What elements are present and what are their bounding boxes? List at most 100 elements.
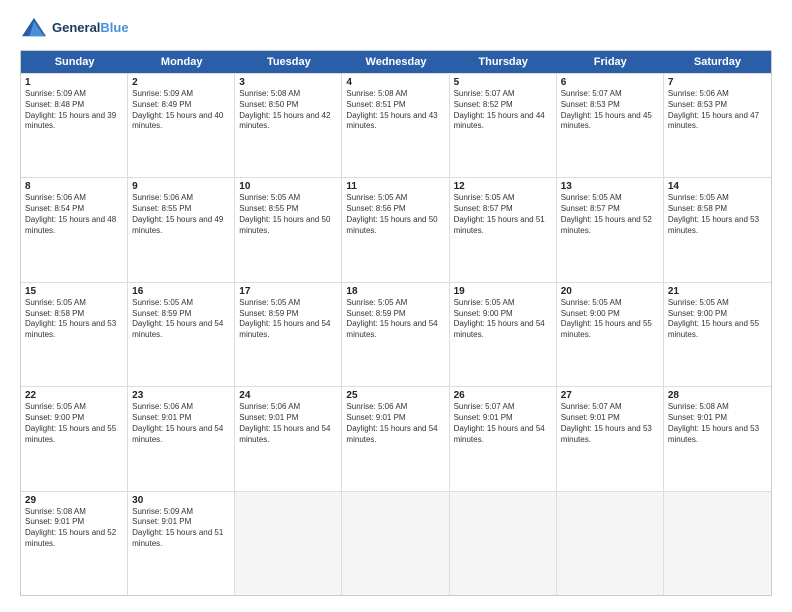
empty-cell	[664, 492, 771, 595]
day-info: Sunrise: 5:09 AM Sunset: 9:01 PM Dayligh…	[132, 507, 230, 550]
empty-cell	[342, 492, 449, 595]
day-cell-18: 18Sunrise: 5:05 AM Sunset: 8:59 PM Dayli…	[342, 283, 449, 386]
day-cell-12: 12Sunrise: 5:05 AM Sunset: 8:57 PM Dayli…	[450, 178, 557, 281]
day-number: 9	[132, 181, 230, 192]
day-cell-7: 7Sunrise: 5:06 AM Sunset: 8:53 PM Daylig…	[664, 74, 771, 177]
empty-cell	[235, 492, 342, 595]
day-number: 11	[346, 181, 444, 192]
day-number: 28	[668, 390, 767, 401]
day-info: Sunrise: 5:09 AM Sunset: 8:48 PM Dayligh…	[25, 89, 123, 132]
header-day-friday: Friday	[557, 51, 664, 73]
day-number: 14	[668, 181, 767, 192]
day-cell-11: 11Sunrise: 5:05 AM Sunset: 8:56 PM Dayli…	[342, 178, 449, 281]
day-number: 30	[132, 495, 230, 506]
day-cell-25: 25Sunrise: 5:06 AM Sunset: 9:01 PM Dayli…	[342, 387, 449, 490]
day-number: 20	[561, 286, 659, 297]
day-cell-1: 1Sunrise: 5:09 AM Sunset: 8:48 PM Daylig…	[21, 74, 128, 177]
day-info: Sunrise: 5:05 AM Sunset: 8:56 PM Dayligh…	[346, 193, 444, 236]
header: GeneralBlue	[20, 16, 772, 40]
day-number: 10	[239, 181, 337, 192]
day-cell-26: 26Sunrise: 5:07 AM Sunset: 9:01 PM Dayli…	[450, 387, 557, 490]
day-info: Sunrise: 5:08 AM Sunset: 9:01 PM Dayligh…	[668, 402, 767, 445]
day-info: Sunrise: 5:05 AM Sunset: 8:58 PM Dayligh…	[668, 193, 767, 236]
day-number: 12	[454, 181, 552, 192]
calendar-body: 1Sunrise: 5:09 AM Sunset: 8:48 PM Daylig…	[21, 73, 771, 595]
calendar-row-1: 1Sunrise: 5:09 AM Sunset: 8:48 PM Daylig…	[21, 73, 771, 177]
empty-cell	[450, 492, 557, 595]
day-info: Sunrise: 5:05 AM Sunset: 8:58 PM Dayligh…	[25, 298, 123, 341]
header-day-wednesday: Wednesday	[342, 51, 449, 73]
day-number: 25	[346, 390, 444, 401]
day-number: 27	[561, 390, 659, 401]
day-number: 23	[132, 390, 230, 401]
day-cell-27: 27Sunrise: 5:07 AM Sunset: 9:01 PM Dayli…	[557, 387, 664, 490]
day-cell-28: 28Sunrise: 5:08 AM Sunset: 9:01 PM Dayli…	[664, 387, 771, 490]
day-info: Sunrise: 5:05 AM Sunset: 9:00 PM Dayligh…	[454, 298, 552, 341]
day-number: 1	[25, 77, 123, 88]
day-cell-17: 17Sunrise: 5:05 AM Sunset: 8:59 PM Dayli…	[235, 283, 342, 386]
calendar-header: SundayMondayTuesdayWednesdayThursdayFrid…	[21, 51, 771, 73]
day-number: 17	[239, 286, 337, 297]
day-info: Sunrise: 5:08 AM Sunset: 8:51 PM Dayligh…	[346, 89, 444, 132]
day-number: 16	[132, 286, 230, 297]
day-info: Sunrise: 5:05 AM Sunset: 9:00 PM Dayligh…	[668, 298, 767, 341]
day-cell-8: 8Sunrise: 5:06 AM Sunset: 8:54 PM Daylig…	[21, 178, 128, 281]
day-cell-19: 19Sunrise: 5:05 AM Sunset: 9:00 PM Dayli…	[450, 283, 557, 386]
day-info: Sunrise: 5:08 AM Sunset: 8:50 PM Dayligh…	[239, 89, 337, 132]
logo: GeneralBlue	[20, 16, 129, 40]
day-info: Sunrise: 5:05 AM Sunset: 8:57 PM Dayligh…	[454, 193, 552, 236]
header-day-sunday: Sunday	[21, 51, 128, 73]
day-number: 26	[454, 390, 552, 401]
day-cell-4: 4Sunrise: 5:08 AM Sunset: 8:51 PM Daylig…	[342, 74, 449, 177]
header-day-thursday: Thursday	[450, 51, 557, 73]
empty-cell	[557, 492, 664, 595]
day-info: Sunrise: 5:05 AM Sunset: 8:57 PM Dayligh…	[561, 193, 659, 236]
day-number: 19	[454, 286, 552, 297]
day-info: Sunrise: 5:07 AM Sunset: 9:01 PM Dayligh…	[561, 402, 659, 445]
header-day-monday: Monday	[128, 51, 235, 73]
day-number: 7	[668, 77, 767, 88]
day-info: Sunrise: 5:05 AM Sunset: 8:59 PM Dayligh…	[132, 298, 230, 341]
calendar-row-3: 15Sunrise: 5:05 AM Sunset: 8:58 PM Dayli…	[21, 282, 771, 386]
page: GeneralBlue SundayMondayTuesdayWednesday…	[0, 0, 792, 612]
day-info: Sunrise: 5:07 AM Sunset: 9:01 PM Dayligh…	[454, 402, 552, 445]
day-number: 21	[668, 286, 767, 297]
day-info: Sunrise: 5:06 AM Sunset: 8:53 PM Dayligh…	[668, 89, 767, 132]
logo-text: GeneralBlue	[52, 20, 129, 36]
day-cell-6: 6Sunrise: 5:07 AM Sunset: 8:53 PM Daylig…	[557, 74, 664, 177]
day-info: Sunrise: 5:07 AM Sunset: 8:53 PM Dayligh…	[561, 89, 659, 132]
day-number: 6	[561, 77, 659, 88]
day-number: 3	[239, 77, 337, 88]
day-info: Sunrise: 5:09 AM Sunset: 8:49 PM Dayligh…	[132, 89, 230, 132]
day-cell-30: 30Sunrise: 5:09 AM Sunset: 9:01 PM Dayli…	[128, 492, 235, 595]
day-info: Sunrise: 5:06 AM Sunset: 9:01 PM Dayligh…	[239, 402, 337, 445]
calendar-row-4: 22Sunrise: 5:05 AM Sunset: 9:00 PM Dayli…	[21, 386, 771, 490]
day-cell-22: 22Sunrise: 5:05 AM Sunset: 9:00 PM Dayli…	[21, 387, 128, 490]
calendar-row-2: 8Sunrise: 5:06 AM Sunset: 8:54 PM Daylig…	[21, 177, 771, 281]
day-cell-5: 5Sunrise: 5:07 AM Sunset: 8:52 PM Daylig…	[450, 74, 557, 177]
logo-icon	[20, 16, 48, 40]
day-number: 15	[25, 286, 123, 297]
day-info: Sunrise: 5:05 AM Sunset: 9:00 PM Dayligh…	[25, 402, 123, 445]
day-number: 2	[132, 77, 230, 88]
day-info: Sunrise: 5:05 AM Sunset: 9:00 PM Dayligh…	[561, 298, 659, 341]
day-cell-13: 13Sunrise: 5:05 AM Sunset: 8:57 PM Dayli…	[557, 178, 664, 281]
day-cell-9: 9Sunrise: 5:06 AM Sunset: 8:55 PM Daylig…	[128, 178, 235, 281]
day-number: 29	[25, 495, 123, 506]
header-day-tuesday: Tuesday	[235, 51, 342, 73]
day-cell-16: 16Sunrise: 5:05 AM Sunset: 8:59 PM Dayli…	[128, 283, 235, 386]
day-cell-20: 20Sunrise: 5:05 AM Sunset: 9:00 PM Dayli…	[557, 283, 664, 386]
day-cell-29: 29Sunrise: 5:08 AM Sunset: 9:01 PM Dayli…	[21, 492, 128, 595]
day-info: Sunrise: 5:05 AM Sunset: 8:59 PM Dayligh…	[346, 298, 444, 341]
calendar-row-5: 29Sunrise: 5:08 AM Sunset: 9:01 PM Dayli…	[21, 491, 771, 595]
day-number: 5	[454, 77, 552, 88]
day-cell-15: 15Sunrise: 5:05 AM Sunset: 8:58 PM Dayli…	[21, 283, 128, 386]
day-number: 4	[346, 77, 444, 88]
day-cell-21: 21Sunrise: 5:05 AM Sunset: 9:00 PM Dayli…	[664, 283, 771, 386]
day-info: Sunrise: 5:06 AM Sunset: 9:01 PM Dayligh…	[132, 402, 230, 445]
day-info: Sunrise: 5:05 AM Sunset: 8:55 PM Dayligh…	[239, 193, 337, 236]
day-cell-10: 10Sunrise: 5:05 AM Sunset: 8:55 PM Dayli…	[235, 178, 342, 281]
day-cell-24: 24Sunrise: 5:06 AM Sunset: 9:01 PM Dayli…	[235, 387, 342, 490]
calendar: SundayMondayTuesdayWednesdayThursdayFrid…	[20, 50, 772, 596]
day-number: 13	[561, 181, 659, 192]
